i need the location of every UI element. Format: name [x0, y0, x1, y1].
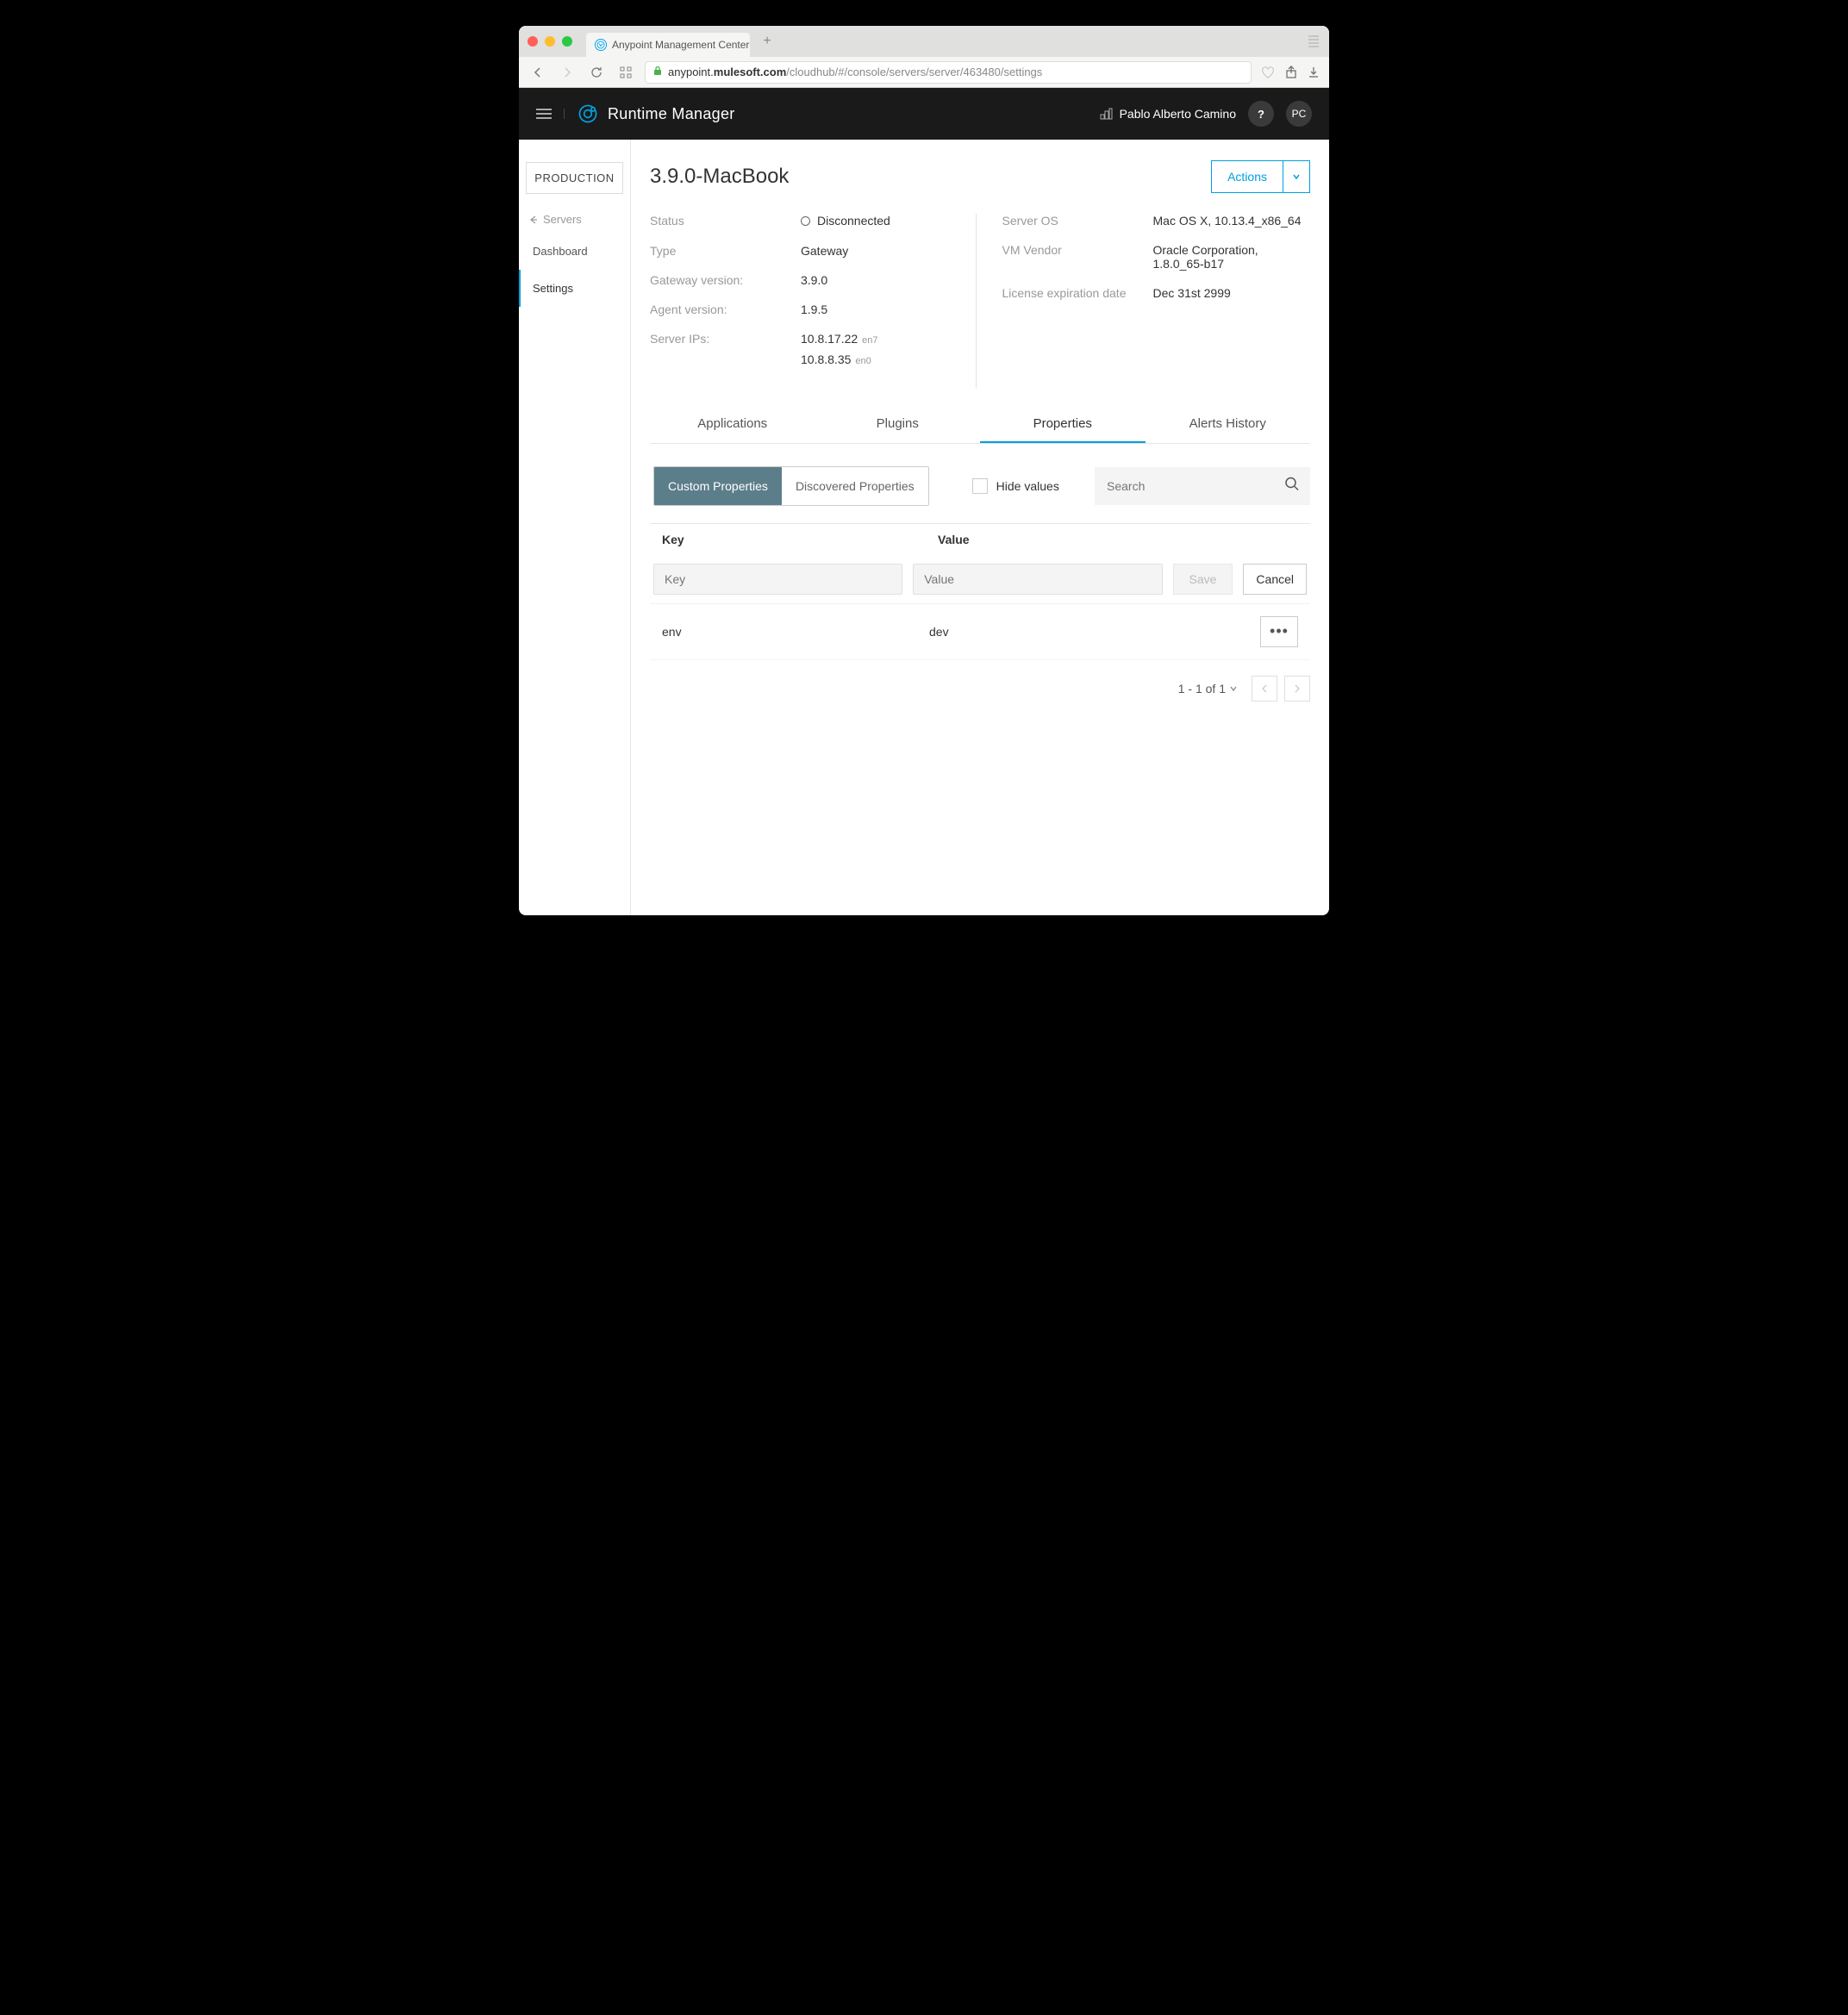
actions-label: Actions — [1212, 161, 1283, 192]
new-tab-button[interactable]: + — [757, 31, 777, 52]
organization-name: Pablo Alberto Camino — [1120, 107, 1236, 121]
vm-vendor-label: VM Vendor — [1002, 243, 1153, 257]
mulesoft-favicon-icon — [595, 39, 607, 51]
pagination-prev-button[interactable] — [1252, 676, 1277, 702]
environment-selector[interactable]: PRODUCTION — [526, 162, 623, 194]
sidebar-back-servers[interactable]: Servers — [519, 206, 630, 233]
arrow-left-icon — [529, 215, 538, 224]
server-ips-label: Server IPs: — [650, 332, 801, 346]
chevron-down-icon — [1229, 684, 1238, 693]
pagination-next-button[interactable] — [1284, 676, 1310, 702]
vm-vendor-value: Oracle Corporation, 1.8.0_65-b17 — [1153, 243, 1311, 271]
properties-header-key: Key — [662, 533, 938, 546]
save-button[interactable]: Save — [1173, 564, 1233, 595]
chevron-down-icon — [1283, 161, 1309, 192]
server-os-label: Server OS — [1002, 214, 1153, 228]
favorite-icon[interactable] — [1260, 65, 1276, 80]
tab-plugins[interactable]: Plugins — [815, 406, 981, 443]
lock-icon — [652, 66, 663, 78]
type-label: Type — [650, 244, 801, 258]
download-icon[interactable] — [1307, 66, 1320, 79]
runtime-manager-icon — [577, 103, 599, 125]
status-disconnected-icon — [801, 216, 810, 226]
nav-forward-button[interactable] — [557, 62, 578, 83]
property-key-input[interactable] — [653, 564, 902, 595]
hide-values-checkbox[interactable] — [972, 478, 988, 494]
properties-header-value: Value — [938, 533, 1298, 546]
nav-back-button[interactable] — [528, 62, 548, 83]
property-row-value: dev — [929, 625, 1260, 639]
sidebar-back-label: Servers — [543, 213, 582, 226]
gateway-version-label: Gateway version: — [650, 273, 801, 287]
menu-button[interactable] — [536, 109, 565, 119]
tab-properties[interactable]: Properties — [980, 406, 1146, 443]
status-label: Status — [650, 214, 801, 228]
url-prefix: anypoint. — [668, 66, 714, 78]
browser-tab-title: Anypoint Management Center — [612, 39, 749, 51]
agent-version-label: Agent version: — [650, 303, 801, 316]
status-value: Disconnected — [817, 214, 890, 228]
gateway-version-value: 3.9.0 — [801, 273, 827, 287]
toggle-discovered-properties[interactable]: Discovered Properties — [782, 467, 928, 505]
row-more-button[interactable]: ••• — [1260, 616, 1298, 647]
url-domain: mulesoft.com — [714, 66, 787, 78]
search-icon — [1284, 476, 1300, 496]
window-minimize-icon[interactable] — [545, 36, 555, 47]
search-input[interactable] — [1095, 467, 1310, 505]
cancel-button[interactable]: Cancel — [1243, 564, 1307, 595]
actions-dropdown-button[interactable]: Actions — [1211, 160, 1310, 193]
organization-selector[interactable]: Pablo Alberto Camino — [1099, 107, 1236, 121]
nav-reload-button[interactable] — [586, 62, 607, 83]
property-row: env dev ••• — [650, 604, 1310, 660]
organization-icon — [1099, 107, 1113, 121]
tab-alerts-history[interactable]: Alerts History — [1146, 406, 1311, 443]
sidebar-item-dashboard[interactable]: Dashboard — [519, 233, 630, 270]
apps-grid-icon[interactable] — [615, 62, 636, 83]
pagination-info[interactable]: 1 - 1 of 1 — [1178, 682, 1238, 696]
url-path: /cloudhub/#/console/servers/server/46348… — [786, 66, 1042, 78]
server-os-value: Mac OS X, 10.13.4_x86_64 — [1153, 214, 1302, 228]
url-bar[interactable]: anypoint.mulesoft.com/cloudhub/#/console… — [645, 61, 1252, 84]
server-ips-value: 10.8.17.22en7 10.8.8.35en0 — [801, 332, 878, 373]
app-title: Runtime Manager — [608, 105, 735, 123]
property-row-key: env — [662, 625, 929, 639]
browser-tab[interactable]: Anypoint Management Center — [586, 33, 750, 57]
sidebar-item-settings[interactable]: Settings — [519, 270, 630, 307]
property-value-input[interactable] — [913, 564, 1162, 595]
toggle-custom-properties[interactable]: Custom Properties — [654, 467, 782, 505]
tab-applications[interactable]: Applications — [650, 406, 815, 443]
license-exp-label: License expiration date — [1002, 286, 1153, 300]
type-value: Gateway — [801, 244, 848, 258]
hide-values-label: Hide values — [996, 479, 1059, 493]
page-title: 3.9.0-MacBook — [650, 165, 789, 189]
tabs-overview-icon[interactable] — [1307, 34, 1320, 48]
agent-version-value: 1.9.5 — [801, 303, 827, 316]
browser-tab-bar: Anypoint Management Center + — [519, 26, 1329, 57]
user-avatar[interactable]: PC — [1286, 101, 1312, 127]
window-maximize-icon[interactable] — [562, 36, 572, 47]
window-close-icon[interactable] — [528, 36, 538, 47]
help-button[interactable]: ? — [1248, 101, 1274, 127]
license-exp-value: Dec 31st 2999 — [1153, 286, 1231, 300]
share-icon[interactable] — [1284, 66, 1298, 79]
